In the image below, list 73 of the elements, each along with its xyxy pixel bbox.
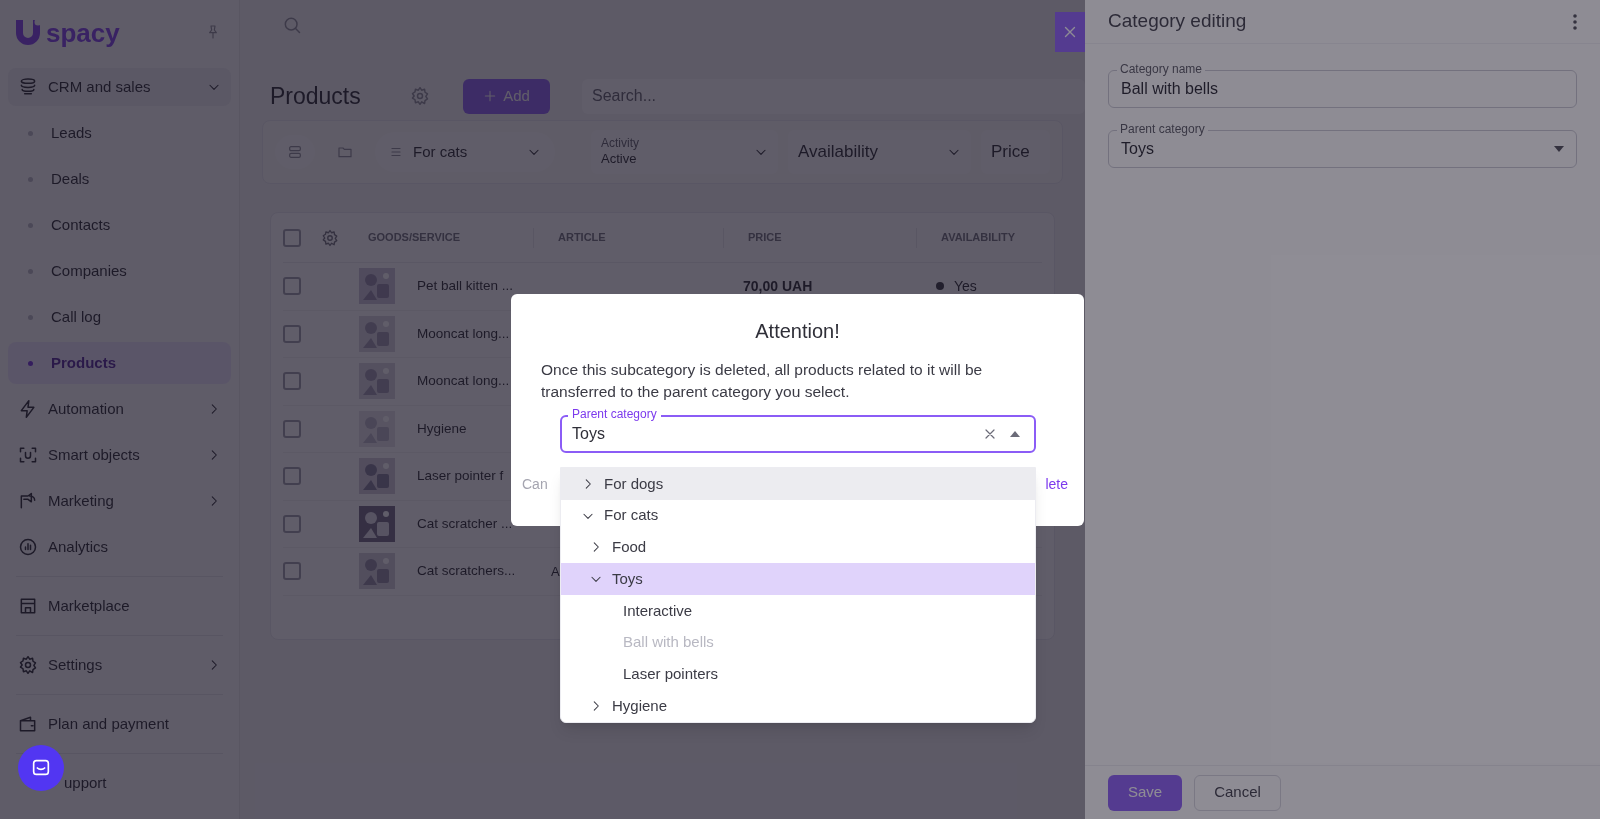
page-title: Products	[270, 81, 362, 111]
sidebar-subitem[interactable]: Companies	[8, 250, 231, 292]
more-icon[interactable]	[1573, 13, 1577, 30]
dropdown-arrow-icon	[1010, 431, 1020, 437]
settings-icon	[321, 228, 339, 247]
wallet-icon	[18, 714, 38, 734]
field-label: Category name	[1117, 63, 1206, 75]
table-cell: 70,00 UAH	[743, 277, 813, 294]
store-icon	[18, 596, 38, 616]
scan-icon	[18, 445, 38, 465]
product-name[interactable]: Cat scratcher ...	[417, 513, 513, 534]
sidebar-item[interactable]: upport	[8, 764, 231, 802]
sidebar-subitem[interactable]: Call log	[8, 296, 231, 338]
text-input[interactable]: Toys	[1121, 137, 1554, 161]
sidebar-item[interactable]: Analytics	[8, 528, 231, 566]
sidebar-item[interactable]: CRM and sales	[8, 68, 231, 106]
product-name[interactable]: Mooncat long...	[417, 323, 510, 344]
tree-option[interactable]: For dogs	[561, 468, 1035, 500]
tree-option[interactable]: Food	[561, 531, 1035, 564]
sidebar-subitem[interactable]: Contacts	[8, 204, 231, 246]
field-label: Parent category	[1117, 123, 1208, 135]
lightning-icon	[18, 399, 38, 419]
product-name[interactable]: Pet ball kitten ...	[417, 276, 514, 297]
dropdown-arrow-icon	[1554, 146, 1564, 152]
checkbox[interactable]	[283, 277, 301, 296]
checkbox[interactable]	[283, 324, 301, 343]
sidebar-item[interactable]: Automation	[8, 390, 231, 428]
save-button[interactable]: Save	[1108, 774, 1182, 811]
table-cell-text: Yes	[954, 276, 977, 296]
sidebar-subitem[interactable]: Products	[8, 342, 231, 384]
tree-option[interactable]: For cats	[561, 499, 1035, 532]
checkbox[interactable]	[283, 514, 301, 533]
field-label: Parent category	[568, 408, 661, 420]
search-icon	[282, 15, 302, 35]
panel-title: Category editing	[1108, 9, 1247, 34]
logo-text: spacy	[46, 20, 120, 46]
text-input[interactable]: Ball with bells	[1121, 77, 1564, 101]
checkbox[interactable]	[283, 467, 301, 486]
product-name[interactable]: Laser pointer f	[417, 466, 504, 487]
settings-icon	[410, 86, 430, 106]
rows-icon	[287, 144, 303, 160]
checkbox[interactable]	[283, 228, 301, 247]
plus-icon	[483, 89, 498, 103]
checkbox[interactable]	[283, 372, 301, 391]
sidebar-item[interactable]: Smart objects	[8, 436, 231, 474]
sidebar-item[interactable]: Settings	[8, 646, 231, 684]
table-cell: A	[551, 563, 560, 579]
cancel-button[interactable]: Can	[522, 474, 548, 495]
tree-option[interactable]: Laser pointers	[561, 658, 1035, 691]
sidebar-item[interactable]: Marketing	[8, 482, 231, 520]
dialog-title: Attention!	[754, 319, 841, 344]
stack-icon	[18, 77, 38, 97]
product-name[interactable]: Cat scratchers...	[417, 561, 516, 582]
sidebar-item[interactable]: Marketplace	[8, 587, 231, 625]
delete-button[interactable]: lete	[1045, 474, 1068, 495]
sidebar-subitem[interactable]: Leads	[8, 112, 231, 154]
sidebar-item[interactable]: Plan and payment	[8, 705, 231, 743]
dialog-message: Once this subcategory is deleted, all products related to it will be transferred to the parent category you select.	[540, 360, 984, 402]
product-name[interactable]: Hygiene	[417, 418, 467, 439]
tree-option[interactable]: Toys	[561, 563, 1035, 595]
folder-icon	[337, 144, 353, 160]
tree-option[interactable]: Interactive	[561, 595, 1035, 627]
close-button[interactable]	[1055, 12, 1085, 52]
sidebar-subitem[interactable]: Deals	[8, 158, 231, 200]
product-name[interactable]: Mooncat long...	[417, 371, 510, 392]
checkbox[interactable]	[283, 419, 301, 438]
cancel-button[interactable]: Cancel	[1194, 774, 1281, 811]
tree-option[interactable]: Hygiene	[561, 690, 1035, 722]
settings-icon	[18, 655, 38, 675]
text-input[interactable]: Toys	[572, 422, 970, 446]
checkbox[interactable]	[283, 562, 301, 581]
list-icon	[389, 145, 403, 159]
chart-icon	[18, 537, 38, 557]
